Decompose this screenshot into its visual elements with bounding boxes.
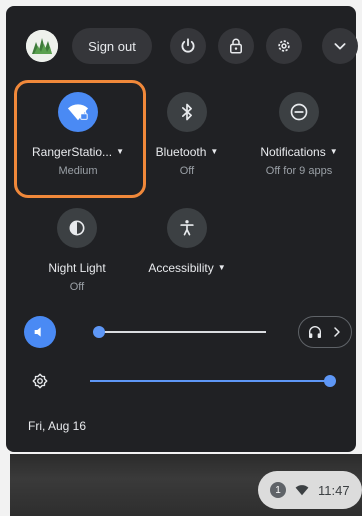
bluetooth-label[interactable]: Bluetooth ▼ (132, 145, 242, 159)
night-light-toggle[interactable] (57, 208, 97, 248)
caret-down-icon: ▼ (329, 147, 338, 156)
bluetooth-toggle[interactable] (167, 92, 207, 132)
notifications-tile[interactable]: Notifications ▼ Off for 9 apps (244, 92, 354, 177)
notifications-toggle[interactable] (279, 92, 319, 132)
bluetooth-sublabel: Off (179, 165, 195, 177)
header-row: Sign out (20, 28, 358, 64)
mute-button[interactable] (24, 316, 56, 348)
accessibility-toggle[interactable] (167, 208, 207, 248)
volume-track[interactable] (96, 331, 266, 333)
caret-down-icon: ▼ (217, 263, 226, 272)
sign-out-button[interactable]: Sign out (72, 28, 152, 64)
headphones-icon (309, 326, 321, 338)
date-label: Fri, Aug 16 (28, 419, 87, 433)
lock-icon (230, 38, 242, 54)
brightness-row (24, 365, 344, 397)
notifications-sublabel: Off for 9 apps (265, 165, 333, 177)
brightness-slider-thumb[interactable] (324, 375, 336, 387)
quick-settings-panel: Sign out RangerStatio... ▼ Medium Blueto… (6, 6, 358, 452)
caret-down-icon: ▼ (210, 147, 219, 156)
audio-output-button[interactable] (298, 316, 352, 348)
settings-button[interactable] (266, 28, 302, 64)
gear-icon (278, 40, 290, 52)
volume-row (24, 316, 352, 348)
volume-icon (34, 327, 41, 337)
lock-button[interactable] (218, 28, 254, 64)
collapse-button[interactable] (322, 28, 358, 64)
accessibility-tile[interactable]: Accessibility ▼ (132, 208, 242, 275)
volume-slider-thumb[interactable] (93, 326, 106, 338)
notifications-label[interactable]: Notifications ▼ (244, 145, 354, 159)
status-tray[interactable]: 1 11:47 (258, 471, 362, 509)
user-avatar[interactable] (26, 30, 58, 62)
clock-time: 11:47 (318, 482, 350, 498)
brightness-label-icon (24, 365, 56, 397)
bluetooth-tile[interactable]: Bluetooth ▼ Off (132, 92, 242, 177)
avatar-image-icon (26, 30, 58, 62)
night-light-tile[interactable]: Night Light Off (22, 208, 132, 293)
accessibility-icon (180, 220, 194, 236)
chevron-right-icon (334, 327, 340, 337)
brightness-track[interactable] (90, 380, 330, 382)
night-light-sublabel: Off (69, 281, 85, 293)
night-light-icon (69, 220, 85, 236)
bluetooth-icon (182, 103, 192, 121)
brightness-icon (32, 373, 48, 389)
power-icon (181, 38, 195, 53)
notification-count-badge: 1 (270, 482, 286, 498)
power-button[interactable] (170, 28, 206, 64)
wifi-icon (295, 485, 309, 496)
do-not-disturb-icon (290, 103, 308, 121)
network-tile-highlight (14, 80, 146, 198)
night-light-label[interactable]: Night Light (22, 261, 132, 275)
chevron-down-icon (334, 43, 346, 50)
accessibility-label[interactable]: Accessibility ▼ (132, 261, 242, 275)
